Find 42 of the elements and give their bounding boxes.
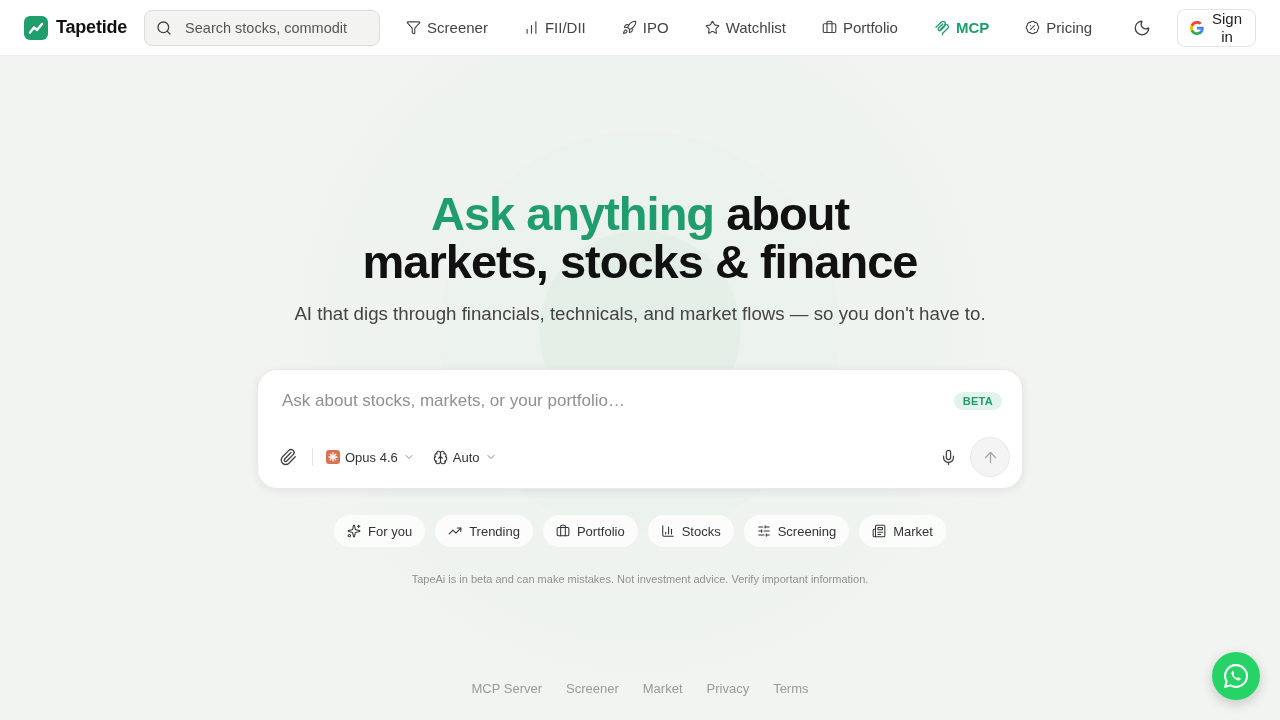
filter-icon — [406, 20, 422, 35]
suggestion-chip[interactable]: Market — [859, 515, 946, 547]
bar-chart-icon — [523, 20, 539, 35]
nav-link[interactable]: IPO — [613, 13, 677, 42]
briefcase-icon — [821, 20, 837, 35]
percent-badge-icon — [1025, 20, 1041, 35]
mode-selector[interactable]: Auto — [427, 445, 502, 469]
paperclip-icon — [279, 448, 297, 466]
disclaimer-text: TapeAi is in beta and can make mistakes. Not investment advice. Verify important information. — [411, 573, 869, 585]
brand-name[interactable]: Tapetide — [56, 17, 128, 38]
hero-subtitle: AI that digs through financials, technicals, and market flows — so you don't have to. — [294, 303, 986, 325]
chat-input[interactable]: Ask about stocks, markets, or your portfolio… — [282, 386, 954, 416]
search-field[interactable]: Search stocks, commodit — [144, 9, 381, 46]
newspaper-icon — [872, 524, 887, 538]
beta-tag: BETA — [953, 392, 1002, 410]
brain-icon — [432, 449, 448, 465]
sliders-icon — [756, 524, 771, 538]
suggestion-chip[interactable]: Stocks — [647, 515, 734, 547]
rocket-icon — [621, 20, 637, 35]
moon-icon — [1133, 18, 1151, 37]
suggestion-chip[interactable]: Screening — [743, 515, 850, 547]
nav-link[interactable]: Screener — [398, 13, 496, 42]
model-selector[interactable]: Opus 4.6 — [321, 445, 420, 469]
starburst-icon — [326, 450, 340, 464]
suggestion-chip[interactable]: Portfolio — [542, 515, 638, 547]
star-icon — [704, 20, 720, 35]
nav-link[interactable]: Pricing — [1017, 13, 1101, 42]
nav-link[interactable]: Portfolio — [813, 13, 906, 42]
phone-bubble-icon — [1224, 664, 1248, 688]
g-logo-icon — [1190, 20, 1204, 35]
suggestion-chip[interactable]: For you — [334, 515, 426, 547]
nav-link[interactable]: FII/DII — [515, 13, 594, 42]
chart-line-logo-icon — [24, 15, 48, 40]
ribbon-logo-icon — [933, 19, 950, 36]
sign-in-button[interactable]: Sign in — [1177, 8, 1256, 47]
sparkles-icon — [347, 524, 362, 538]
search-icon — [156, 19, 173, 36]
bar-chart-icon — [660, 524, 675, 538]
briefcase-icon — [555, 524, 570, 538]
suggestion-chip[interactable]: Trending — [435, 515, 533, 547]
nav-link[interactable]: Watchlist — [696, 13, 794, 42]
hero-title: Ask anything about markets, stocks & finance — [361, 190, 919, 286]
